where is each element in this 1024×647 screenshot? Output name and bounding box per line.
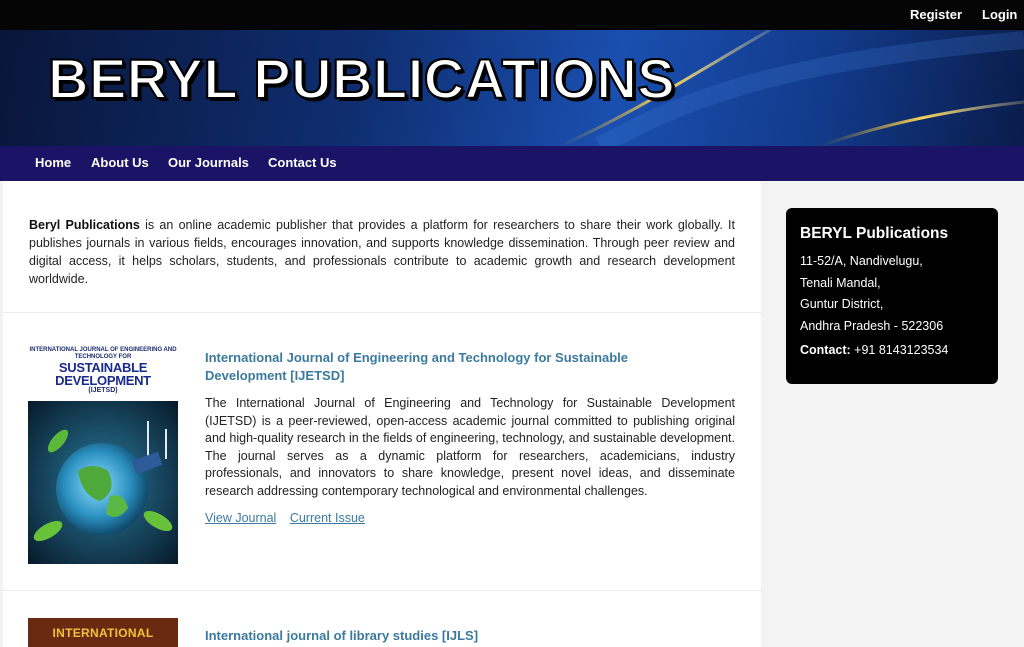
- contact-line: Contact: +91 8143123534: [800, 343, 984, 357]
- main-nav: Home About Us Our Journals Contact Us: [0, 146, 1024, 181]
- contact-label: Contact:: [800, 343, 851, 357]
- nav-home[interactable]: Home: [35, 155, 71, 170]
- nav-contact-us[interactable]: Contact Us: [268, 155, 337, 170]
- cover-abbr: (IJETSD): [88, 387, 118, 394]
- intro-paragraph: Beryl Publications is an online academic…: [29, 216, 735, 288]
- nav-about-us[interactable]: About Us: [91, 155, 149, 170]
- current-issue-link[interactable]: Current Issue: [290, 511, 365, 525]
- contact-phone[interactable]: +91 8143123534: [851, 343, 948, 357]
- site-title: BERYL PUBLICATIONS: [47, 46, 676, 111]
- journal-links: View Journal Current Issue: [205, 511, 375, 525]
- address-line: Tenali Mandal,: [800, 275, 881, 290]
- login-link[interactable]: Login: [982, 7, 1017, 22]
- nav-our-journals[interactable]: Our Journals: [168, 155, 249, 170]
- intro-brand: Beryl Publications: [29, 218, 140, 232]
- address-line: Guntur District,: [800, 297, 884, 311]
- cover-big-text: SUSTAINABLE DEVELOPMENT: [55, 360, 151, 388]
- globe-illustration: [28, 401, 178, 564]
- cover-heading: INTERNATIONAL JOURNAL OF ENGINEERING AND…: [28, 345, 178, 401]
- journal-title-ijls[interactable]: International journal of library studies…: [205, 627, 478, 645]
- header-banner: BERYL PUBLICATIONS: [0, 30, 1024, 146]
- address-line: Andhra Pradesh - 522306: [800, 318, 944, 333]
- view-journal-link[interactable]: View Journal: [205, 511, 276, 525]
- cover-small-text: INTERNATIONAL JOURNAL OF ENGINEERING AND…: [29, 347, 177, 360]
- journal-title-ijetsd[interactable]: International Journal of Engineering and…: [205, 349, 675, 385]
- divider: [3, 312, 761, 313]
- address-line: 11-52/A, Nandivelugu,: [800, 254, 923, 268]
- main-content: Beryl Publications is an online academic…: [3, 181, 761, 647]
- register-link[interactable]: Register: [910, 7, 962, 22]
- top-bar: Register Login: [0, 0, 1024, 30]
- journal-cover-ijetsd[interactable]: INTERNATIONAL JOURNAL OF ENGINEERING AND…: [28, 345, 178, 564]
- journal-cover-ijls[interactable]: INTERNATIONAL: [28, 618, 178, 647]
- contact-card: BERYL Publications 11-52/A, Nandivelugu,…: [786, 208, 998, 384]
- contact-card-title: BERYL Publications: [800, 225, 949, 242]
- journal-description-ijetsd: The International Journal of Engineering…: [205, 396, 735, 498]
- divider: [3, 590, 761, 591]
